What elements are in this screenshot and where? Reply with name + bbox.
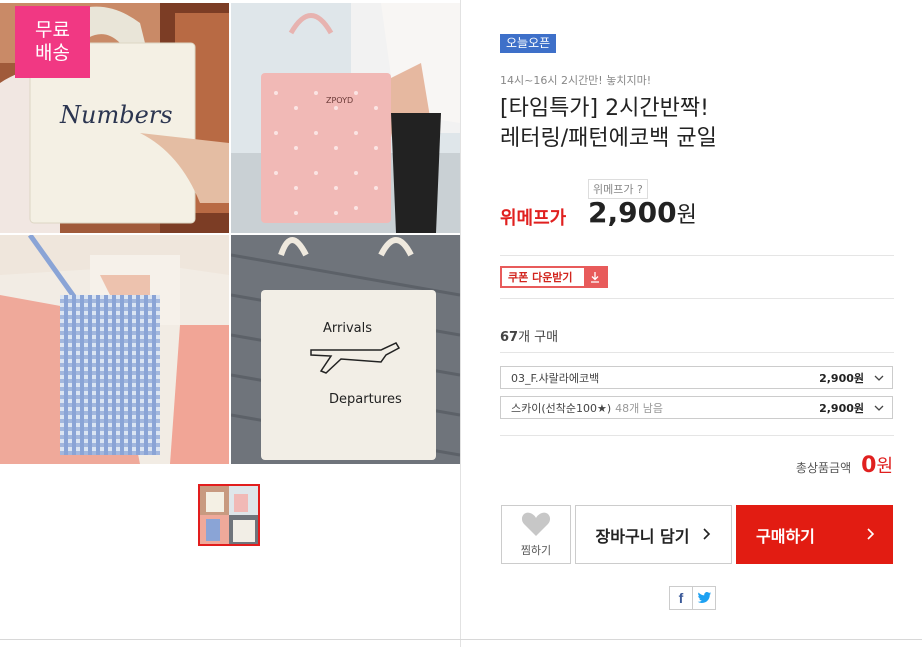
chevron-right-icon <box>703 525 711 544</box>
bag4-print-top: Arrivals <box>323 321 372 336</box>
share-buttons: f <box>669 586 716 610</box>
divider <box>500 255 894 256</box>
option-price: 2,900원 <box>819 371 864 385</box>
free-shipping-badge: 무료 배송 <box>15 6 90 78</box>
product-title-line1: [타임특가] 2시간반짝! <box>500 96 709 121</box>
wish-button[interactable]: 찜하기 <box>501 505 571 564</box>
option-row-2[interactable]: 스카이(선착순100★) 48개 남음 2,900원 <box>500 396 893 419</box>
cart-label: 장바구니 담기 <box>595 526 690 546</box>
add-to-cart-button[interactable]: 장바구니 담기 <box>575 505 732 564</box>
chevron-down-icon <box>872 401 886 414</box>
photo-tile-airplane-tote: Arrivals Departures <box>231 235 460 464</box>
coupon-label: 쿠폰 다운받기 <box>508 271 573 284</box>
price-value: 2,900 <box>588 196 677 229</box>
option-row-1[interactable]: 03_F.샤랄라에코백 2,900원 <box>500 366 893 389</box>
purchase-count: 67개 구매 <box>500 326 558 345</box>
thumbnail-1[interactable] <box>198 484 260 546</box>
heart-icon <box>521 512 551 536</box>
divider <box>500 435 894 436</box>
wish-label: 찜하기 <box>520 544 552 557</box>
facebook-share-button[interactable]: f <box>669 586 693 610</box>
divider <box>500 298 894 299</box>
total-label: 총상품금액 <box>795 461 852 475</box>
photo-tile-gingham-tote <box>0 235 229 464</box>
photo-tile-pink-tote: ZPOYD <box>231 3 460 233</box>
total-amount: 총상품금액 0원 <box>796 452 893 478</box>
product-subcopy: 14시~16시 2시간만! 놓치지마! <box>500 74 652 87</box>
price-unit: 원 <box>676 203 697 228</box>
free-shipping-line2: 배송 <box>35 42 70 64</box>
bottom-border <box>0 639 922 640</box>
option-price: 2,900원 <box>819 401 864 415</box>
buy-label: 구매하기 <box>756 526 815 546</box>
option-name: 03_F.샤랄라에코백 <box>511 371 600 385</box>
option-name-wrap: 스카이(선착순100★) 48개 남음 <box>511 400 819 416</box>
product-title: [타임특가] 2시간반짝! 레터링/패턴에코백 균일 <box>500 94 900 154</box>
product-gallery: Numbers ZPOYD Arrivals Departures 무료 배송 <box>0 0 460 647</box>
bag4-print-bottom: Departures <box>329 392 402 407</box>
price-label: 위메프가 <box>500 208 567 229</box>
total-unit: 원 <box>876 456 893 477</box>
product-price: 2,900원 <box>588 196 697 229</box>
divider <box>500 352 894 353</box>
coupon-download-button[interactable]: 쿠폰 다운받기 <box>500 266 608 288</box>
chevron-right-icon <box>867 525 875 544</box>
download-icon <box>584 268 606 286</box>
chevron-down-icon <box>872 371 886 384</box>
buy-now-button[interactable]: 구매하기 <box>736 505 893 564</box>
bag1-print-text: Numbers <box>59 101 173 129</box>
twitter-share-button[interactable] <box>692 586 716 610</box>
purchase-count-number: 67 <box>500 330 519 345</box>
free-shipping-line1: 무료 <box>35 19 70 41</box>
option-name: 스카이(선착순100★) <box>511 401 612 415</box>
purchase-count-suffix: 개 구매 <box>518 330 559 345</box>
product-title-line2: 레터링/패턴에코백 균일 <box>500 126 717 151</box>
total-value: 0 <box>861 453 877 478</box>
twitter-icon <box>697 592 711 603</box>
main-product-image[interactable]: Numbers ZPOYD Arrivals Departures 무료 배송 <box>0 3 460 464</box>
bag2-print-text: ZPOYD <box>326 96 353 105</box>
facebook-icon: f <box>678 590 684 606</box>
product-info-panel: 오늘오픈 14시~16시 2시간만! 놓치지마! [타임특가] 2시간반짝! 레… <box>461 0 922 647</box>
option-stock: 48개 남음 <box>615 401 664 415</box>
today-open-badge: 오늘오픈 <box>500 34 557 53</box>
